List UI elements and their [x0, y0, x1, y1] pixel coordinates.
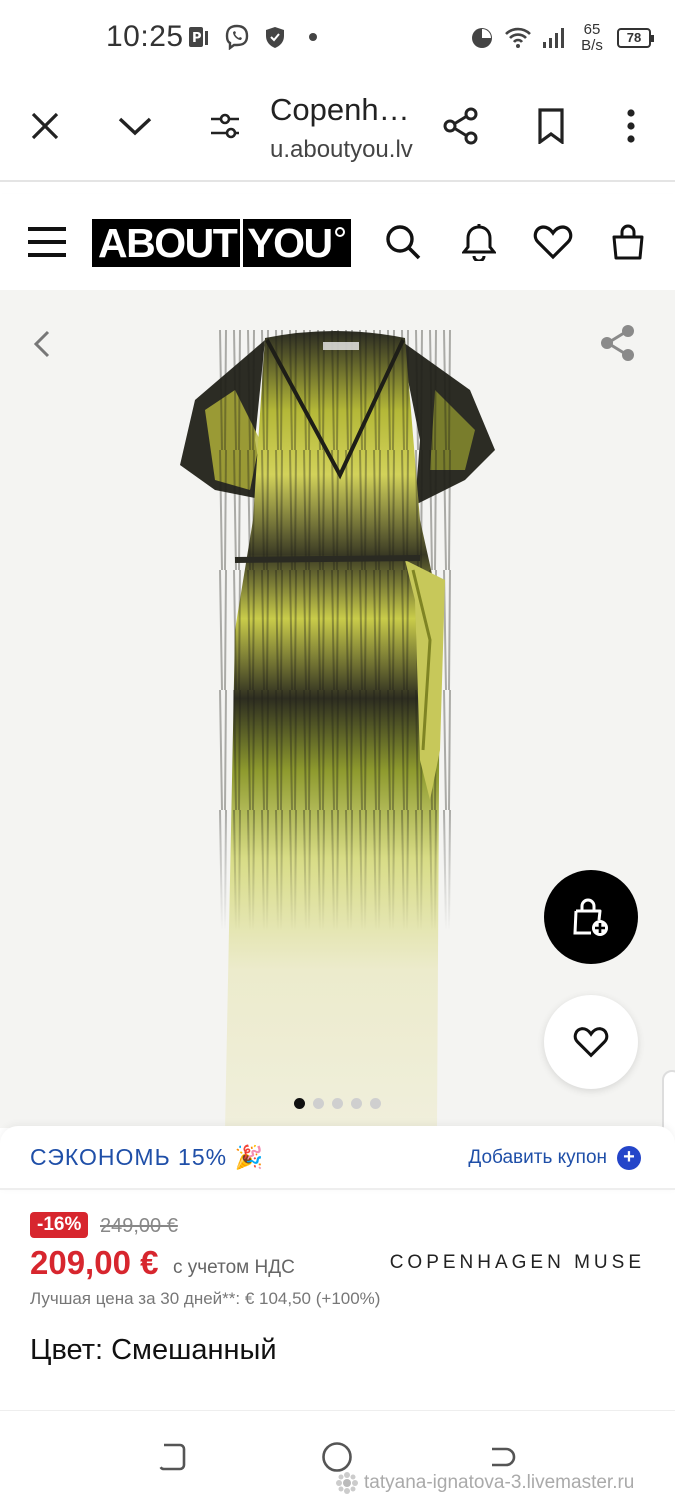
battery-icon: 78: [617, 28, 654, 48]
status-bar: 10:25 P 65 B/s 78: [0, 0, 675, 78]
product-color: Цвет: Смешанный: [30, 1334, 277, 1366]
home-icon[interactable]: [320, 1440, 354, 1474]
bookmark-icon[interactable]: [527, 102, 575, 150]
product-image-dress[interactable]: [175, 330, 505, 1128]
vat-note: с учетом НДС: [173, 1257, 295, 1278]
svg-text:P: P: [192, 31, 202, 46]
add-to-bag-button[interactable]: [544, 870, 638, 964]
search-icon[interactable]: [381, 220, 425, 264]
flower-icon: [336, 1472, 358, 1494]
coupon-banner[interactable]: СЭКОНОМЬ 15% 🎉 Добавить купон +: [0, 1126, 675, 1190]
discount-badge: -16%: [30, 1212, 89, 1238]
gallery-dot[interactable]: [370, 1098, 381, 1109]
gallery-back-chevron-left-icon[interactable]: [24, 326, 60, 362]
logo-text-you: YOU: [247, 219, 333, 266]
chevron-down-icon[interactable]: [111, 102, 159, 150]
wifi-icon: [505, 25, 531, 51]
brand-name[interactable]: COPENHAGEN MUSE: [390, 1252, 645, 1274]
gallery-share-icon[interactable]: [600, 324, 640, 364]
current-price: 209,00 €: [30, 1244, 159, 1281]
add-coupon-link[interactable]: Добавить купон: [468, 1147, 607, 1169]
dot-icon: [300, 24, 326, 50]
gallery-pagination[interactable]: [294, 1098, 381, 1109]
coupon-save-text: СЭКОНОМЬ 15% 🎉: [30, 1144, 265, 1170]
signal-icon: [541, 25, 567, 51]
side-scroll-handle[interactable]: [662, 1070, 675, 1128]
site-header: ABOUT YOU: [0, 194, 675, 290]
watermark-text: tatyana-ignatova-3.livemaster.ru: [364, 1472, 635, 1493]
heart-icon[interactable]: [531, 220, 575, 264]
viber-icon: [224, 24, 250, 50]
gallery-dot[interactable]: [294, 1098, 305, 1109]
back-icon[interactable]: [484, 1440, 518, 1474]
more-vert-icon[interactable]: [607, 102, 655, 150]
bag-icon[interactable]: [606, 220, 650, 264]
heart-icon: [573, 1027, 609, 1058]
watermark: tatyana-ignatova-3.livemaster.ru: [336, 1472, 634, 1494]
timer-icon: [469, 25, 495, 51]
shield-icon: [262, 24, 288, 50]
old-price: 249,00 €: [100, 1215, 178, 1237]
about-you-logo[interactable]: ABOUT YOU: [92, 219, 351, 267]
recent-apps-icon[interactable]: [155, 1440, 189, 1474]
page-title[interactable]: Copenh…: [270, 92, 410, 128]
product-gallery[interactable]: [0, 290, 675, 1128]
add-to-wishlist-button[interactable]: [544, 995, 638, 1089]
bell-icon[interactable]: [457, 220, 501, 264]
menu-icon[interactable]: [25, 220, 69, 264]
share-icon[interactable]: [437, 102, 485, 150]
tune-icon[interactable]: [201, 102, 249, 150]
bag-plus-icon: [573, 898, 608, 936]
parking-icon: P: [186, 24, 212, 50]
gallery-dot[interactable]: [313, 1098, 324, 1109]
gallery-dot[interactable]: [332, 1098, 343, 1109]
net-speed: 65 B/s: [581, 21, 603, 54]
page-url[interactable]: u.aboutyou.lv: [270, 136, 413, 164]
browser-toolbar: Copenh… u.aboutyou.lv: [0, 78, 675, 182]
add-coupon-plus-icon[interactable]: +: [617, 1146, 641, 1170]
gallery-dot[interactable]: [351, 1098, 362, 1109]
best-price-note: Лучшая цена за 30 дней**: € 104,50 (+100…: [30, 1289, 381, 1308]
status-time: 10:25: [106, 20, 184, 53]
close-icon[interactable]: [21, 102, 69, 150]
logo-text-about: ABOUT: [98, 219, 238, 266]
